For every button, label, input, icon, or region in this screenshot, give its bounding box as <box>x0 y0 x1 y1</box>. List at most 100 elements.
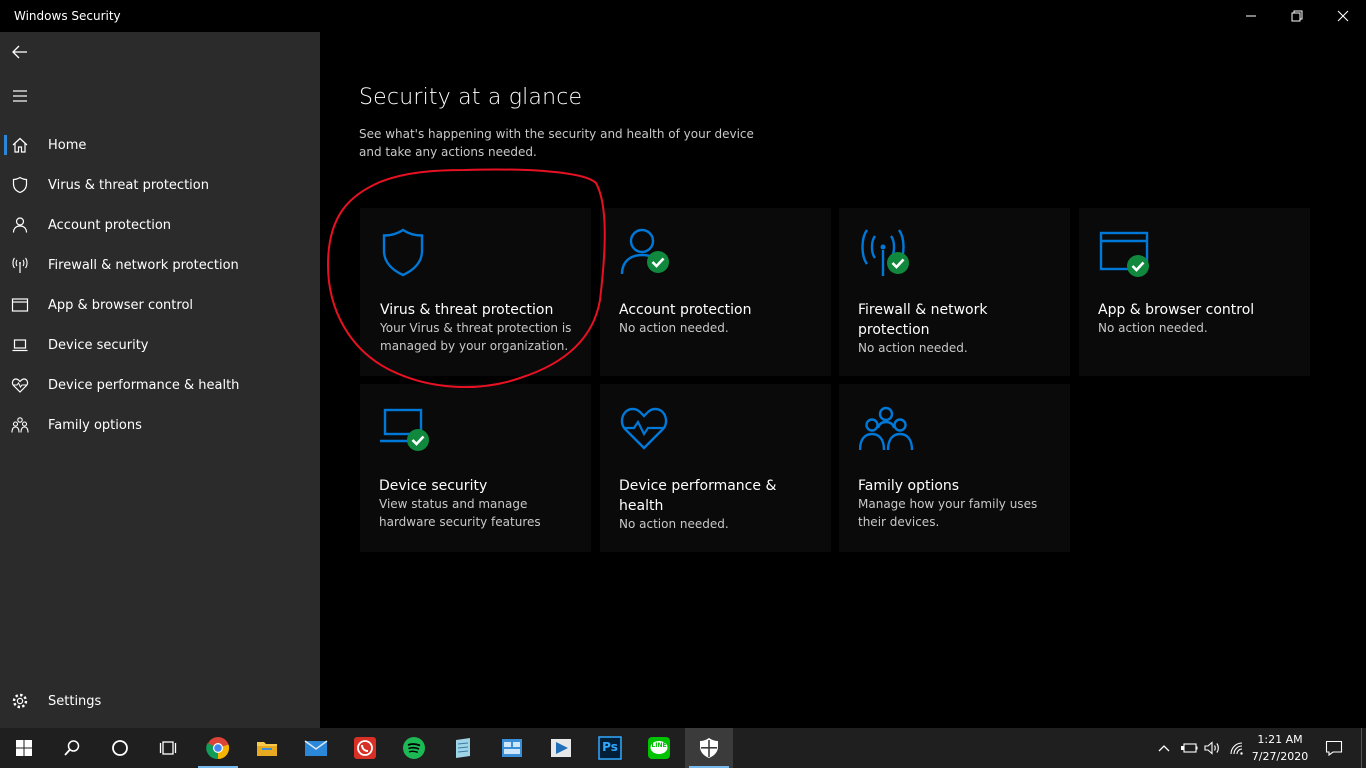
page-title: Security at a glance <box>359 85 583 110</box>
tile-status: Your Virus & threat protection is manage… <box>380 321 572 353</box>
tile-title: Firewall & network protection <box>858 302 988 338</box>
tile-title: App & browser control <box>1098 302 1255 318</box>
family-icon <box>0 405 40 445</box>
sidebar-item-firewall[interactable]: Firewall & network protection <box>0 245 320 285</box>
sidebar-item-label: Device security <box>48 337 149 353</box>
window-title: Windows Security <box>14 9 121 23</box>
home-icon <box>0 125 40 165</box>
family-icon <box>859 406 914 451</box>
antenna-check-icon <box>861 229 909 276</box>
tile-status: No action needed. <box>1098 321 1208 335</box>
start-icon <box>16 740 32 756</box>
media-player-taskbar-button[interactable] <box>537 728 585 768</box>
sidebar-item-label: App & browser control <box>48 297 194 313</box>
restore-button[interactable] <box>1274 0 1320 32</box>
media-player-icon <box>551 739 571 757</box>
clock-time: 1:21 AM <box>1257 733 1303 746</box>
whatsapp-icon <box>354 737 376 759</box>
show-desktop-button[interactable] <box>1361 728 1362 768</box>
control-panel-taskbar-button[interactable] <box>488 728 536 768</box>
tile-account-protection[interactable]: Account protection No action needed. <box>600 208 831 376</box>
mail-taskbar-button[interactable] <box>292 728 340 768</box>
sidebar-item-app-browser[interactable]: App & browser control <box>0 285 320 325</box>
browser-window-icon <box>0 285 40 325</box>
search-icon <box>64 740 80 756</box>
notepad-taskbar-button[interactable] <box>439 728 487 768</box>
close-button[interactable] <box>1320 0 1366 32</box>
file-explorer-taskbar-button[interactable] <box>243 728 291 768</box>
battery-button[interactable] <box>1178 728 1200 768</box>
sidebar: Home Virus & threat protection Account p… <box>0 32 320 728</box>
tile-family-options[interactable]: Family options Manage how your family us… <box>839 384 1070 552</box>
task-view-icon <box>159 741 177 755</box>
sidebar-item-label: Virus & threat protection <box>48 177 209 193</box>
tile-status: No action needed. <box>858 341 968 355</box>
start-button[interactable] <box>0 728 48 768</box>
sidebar-item-label: Account protection <box>48 217 172 233</box>
person-icon <box>0 205 40 245</box>
photoshop-label: Ps <box>602 740 618 754</box>
tile-status: No action needed. <box>619 321 729 335</box>
sidebar-item-device-performance[interactable]: Device performance & health <box>0 365 320 405</box>
close-icon <box>1337 10 1349 22</box>
cortana-button[interactable] <box>96 728 144 768</box>
windows-security-taskbar-button[interactable] <box>685 728 733 768</box>
volume-button[interactable] <box>1202 728 1224 768</box>
sidebar-item-device-security[interactable]: Device security <box>0 325 320 365</box>
control-panel-icon <box>502 739 522 757</box>
tile-status: Manage how your family uses their device… <box>858 497 1038 529</box>
file-explorer-icon <box>257 742 277 756</box>
minimize-button[interactable] <box>1228 0 1274 32</box>
chevron-up-icon <box>1158 745 1170 752</box>
tile-title: Account protection <box>619 302 752 318</box>
sidebar-item-home[interactable]: Home <box>0 125 320 165</box>
back-button[interactable] <box>0 32 40 72</box>
tile-title: Family options <box>858 478 960 494</box>
tile-app-browser-control[interactable]: App & browser control No action needed. <box>1079 208 1310 376</box>
tile-title: Virus & threat protection <box>380 302 554 318</box>
spotify-icon <box>403 737 425 759</box>
page-subtitle: See what's happening with the security a… <box>359 127 754 159</box>
sidebar-item-label: Firewall & network protection <box>48 257 239 273</box>
chrome-taskbar-button[interactable] <box>194 728 242 768</box>
sidebar-item-label: Home <box>48 137 87 153</box>
search-button[interactable] <box>48 728 96 768</box>
mail-icon <box>304 740 328 756</box>
tile-device-security[interactable]: Device security View status and manage h… <box>360 384 591 552</box>
antenna-icon <box>0 245 40 285</box>
hamburger-menu-button[interactable] <box>0 76 40 116</box>
photoshop-taskbar-button[interactable]: Ps <box>586 728 634 768</box>
tile-title: Device performance & health <box>619 478 777 514</box>
tile-firewall-network-protection[interactable]: Firewall & network protection No action … <box>839 208 1070 376</box>
taskbar: Ps LINE 1:21 AM 7/27/2020 <box>0 728 1366 768</box>
laptop-check-icon <box>380 408 429 451</box>
tile-virus-threat-protection[interactable]: Virus & threat protection Your Virus & t… <box>360 208 591 376</box>
sidebar-item-family[interactable]: Family options <box>0 405 320 445</box>
clock-date: 7/27/2020 <box>1251 750 1309 763</box>
windows-security-icon <box>700 738 718 758</box>
laptop-icon <box>0 325 40 365</box>
tile-device-performance-health[interactable]: Device performance & health No action ne… <box>600 384 831 552</box>
tile-title: Device security <box>379 478 488 494</box>
restore-icon <box>1291 10 1303 22</box>
clock[interactable]: 1:21 AM 7/27/2020 <box>1244 731 1316 765</box>
main-content: Security at a glance See what's happenin… <box>320 32 1366 728</box>
notepad-icon <box>456 738 470 758</box>
line-label: LINE <box>651 742 667 749</box>
show-hidden-icons-button[interactable] <box>1154 728 1174 768</box>
cortana-icon <box>112 740 128 756</box>
sidebar-item-virus-threat[interactable]: Virus & threat protection <box>0 165 320 205</box>
task-view-button[interactable] <box>144 728 192 768</box>
shield-icon <box>382 228 424 277</box>
action-center-button[interactable] <box>1320 728 1348 768</box>
title-bar: Windows Security <box>0 0 1366 32</box>
sidebar-item-account[interactable]: Account protection <box>0 205 320 245</box>
sidebar-item-label: Family options <box>48 417 142 433</box>
line-taskbar-button[interactable]: LINE <box>635 728 683 768</box>
sidebar-item-settings[interactable]: Settings <box>0 681 320 721</box>
battery-charging-icon <box>1181 743 1198 753</box>
tile-status: View status and manage hardware security… <box>379 497 541 529</box>
spotify-taskbar-button[interactable] <box>390 728 438 768</box>
whatsapp-taskbar-button[interactable] <box>341 728 389 768</box>
heart-pulse-icon <box>0 365 40 405</box>
